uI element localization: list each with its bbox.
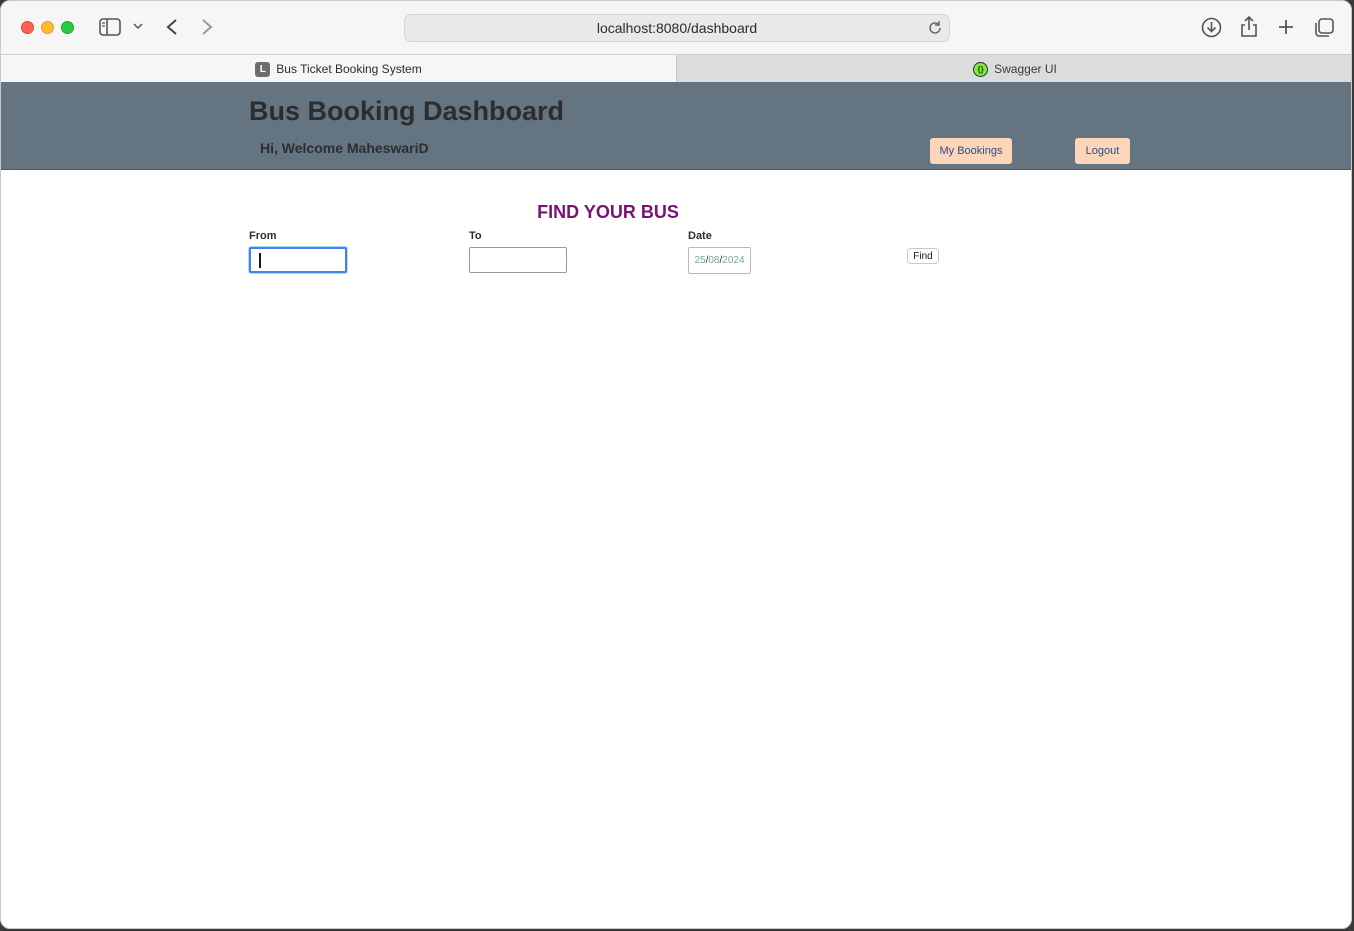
url-text: localhost:8080/dashboard bbox=[596, 20, 758, 36]
tab-bus-ticket-booking[interactable]: L Bus Ticket Booking System bbox=[1, 55, 676, 83]
minimize-window-button[interactable] bbox=[41, 21, 54, 34]
site-favicon-icon: L bbox=[255, 61, 271, 77]
to-input[interactable] bbox=[469, 247, 567, 273]
date-input[interactable]: 25/08/2024 bbox=[688, 247, 751, 274]
page-content: Bus Booking Dashboard Hi, Welcome Mahesw… bbox=[1, 82, 1351, 928]
logout-button[interactable]: Logout bbox=[1075, 138, 1130, 164]
welcome-message: Hi, Welcome MaheswariD bbox=[260, 140, 429, 156]
share-icon[interactable] bbox=[1240, 16, 1258, 38]
chevron-down-icon[interactable] bbox=[133, 22, 143, 30]
download-icon[interactable] bbox=[1201, 17, 1222, 38]
date-month: 08 bbox=[708, 255, 720, 266]
address-bar[interactable]: localhost:8080/dashboard bbox=[404, 14, 950, 42]
tab-label: Bus Ticket Booking System bbox=[276, 62, 422, 76]
reload-icon[interactable] bbox=[927, 20, 943, 36]
zoom-window-button[interactable] bbox=[61, 21, 74, 34]
from-label: From bbox=[249, 230, 277, 242]
sidebar-icon[interactable] bbox=[99, 18, 121, 36]
tab-bar: L Bus Ticket Booking System {} Swagger U… bbox=[1, 54, 1351, 83]
to-label: To bbox=[469, 230, 482, 242]
tab-overview-icon[interactable] bbox=[1314, 18, 1334, 38]
page-title: Bus Booking Dashboard bbox=[249, 96, 565, 126]
from-input[interactable] bbox=[249, 247, 347, 273]
browser-toolbar: localhost:8080/dashboard bbox=[1, 1, 1351, 54]
forward-icon[interactable] bbox=[200, 18, 214, 36]
browser-window: localhost:8080/dashboard L Bus Ticket Bo… bbox=[0, 0, 1352, 929]
text-cursor bbox=[259, 253, 261, 268]
find-bus-heading: FIND YOUR BUS bbox=[537, 202, 679, 222]
find-button[interactable]: Find bbox=[907, 248, 939, 264]
back-icon[interactable] bbox=[165, 18, 179, 36]
swagger-icon: {} bbox=[973, 61, 989, 77]
date-year: 2024 bbox=[722, 255, 745, 266]
my-bookings-button[interactable]: My Bookings bbox=[930, 138, 1012, 164]
date-day: 25 bbox=[694, 255, 706, 266]
dashboard-header: Bus Booking Dashboard Hi, Welcome Mahesw… bbox=[1, 82, 1351, 170]
date-label: Date bbox=[688, 230, 712, 242]
tab-label: Swagger UI bbox=[994, 62, 1057, 76]
new-tab-icon[interactable] bbox=[1278, 19, 1294, 35]
close-window-button[interactable] bbox=[21, 21, 34, 34]
tab-swagger-ui[interactable]: {} Swagger UI bbox=[676, 55, 1351, 83]
